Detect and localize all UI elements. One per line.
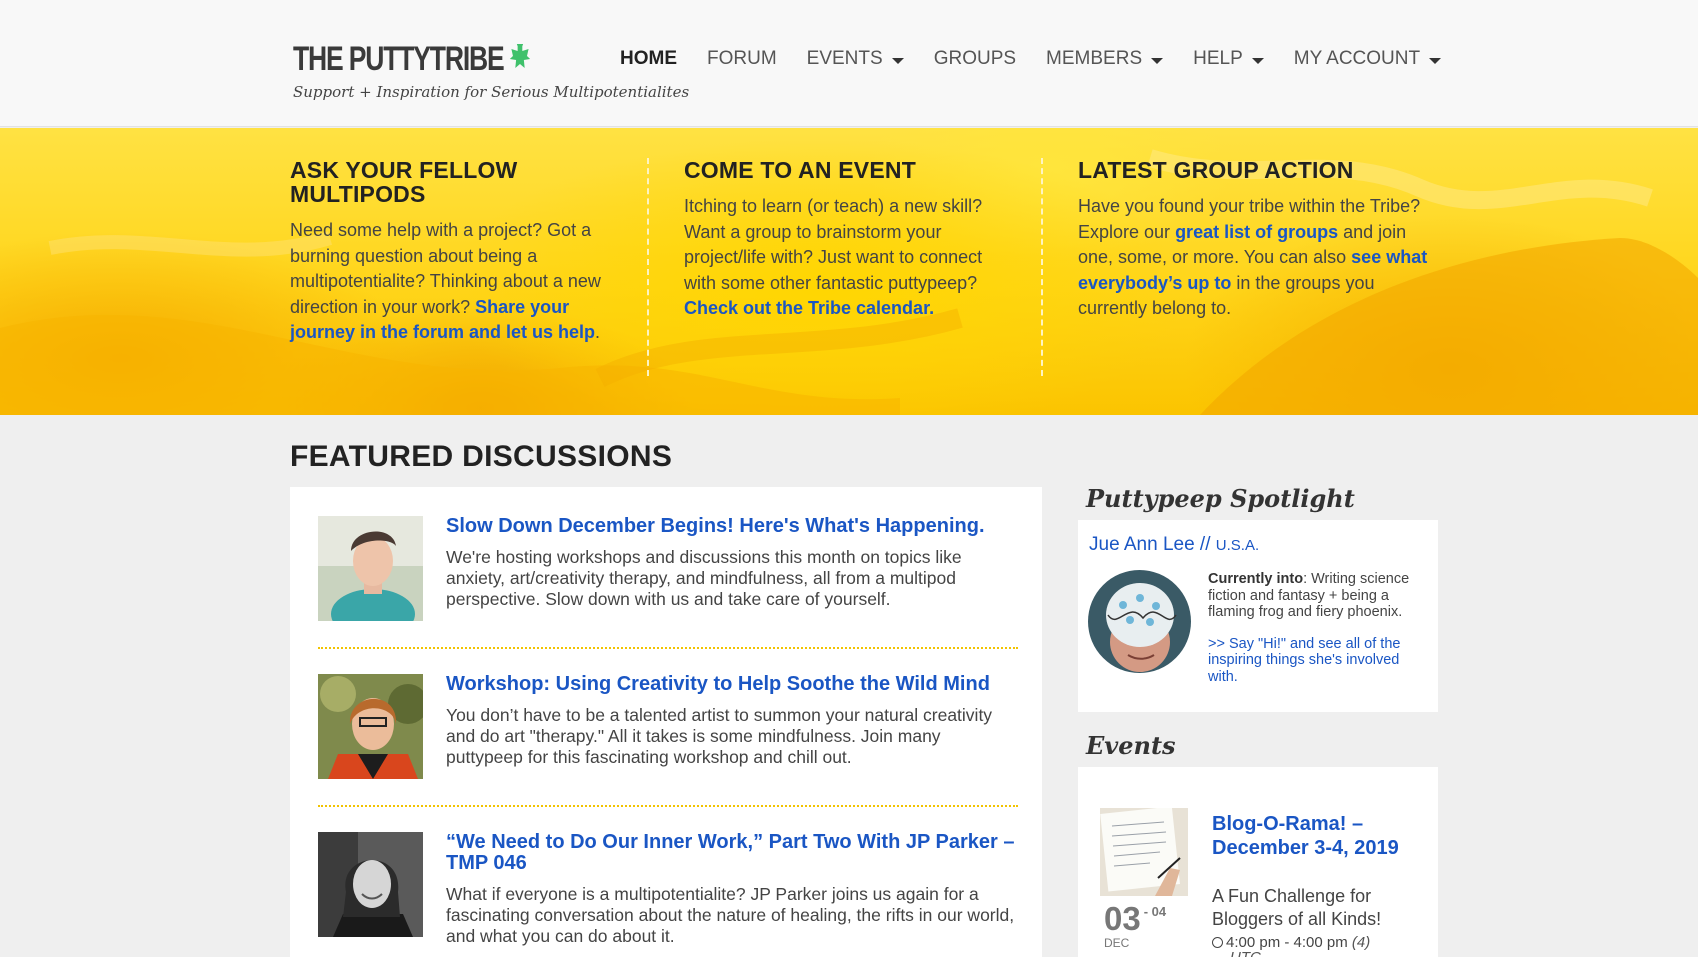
spotlight-profile-link[interactable]: >> Say "Hi!" and see all of the inspirin… [1208,636,1423,686]
discussion-avatar[interactable] [318,832,423,937]
event-time-extra: (4) [1351,934,1371,951]
spotlight-details: Currently into: Writing science fiction … [1208,571,1423,685]
event-day: 03 [1104,900,1141,937]
featured-discussions-title: FEATURED DISCUSSIONS [290,440,673,473]
nav-help[interactable]: HELP [1193,48,1264,70]
event-description: A Fun Challenge for Bloggers of all Kind… [1212,886,1382,929]
nav-events[interactable]: EVENTS [807,48,904,70]
spotlight-header: Jue Ann Lee // U.S.A. [1089,534,1259,556]
banner-heading-groups: LATEST GROUP ACTION [1078,157,1354,183]
discussion-title-link[interactable]: “We Need to Do Our Inner Work,” Part Two… [446,832,1021,874]
main-nav: HOME FORUM EVENTS GROUPS MEMBERS HELP MY… [620,48,1471,70]
logo-text: THE PUTTYTRIBE [293,40,505,78]
discussion-body: Workshop: Using Creativity to Help Sooth… [446,674,1021,768]
events-heading: Events [1086,731,1176,760]
discussion-excerpt: You don’t have to be a talented artist t… [446,705,993,767]
discussion-avatar[interactable] [318,516,423,621]
nav-groups[interactable]: GROUPS [934,48,1016,70]
spotlight-into-label: Currently into [1208,571,1304,587]
nav-members-label: MEMBERS [1046,48,1143,69]
event-details: Blog-O-Rama! – December 3-4, 2019 A Fun … [1212,812,1427,957]
banner-col-events: COME TO AN EVENT Itching to learn (or te… [684,158,1014,322]
discussion-separator [318,805,1018,807]
discussion-item: Slow Down December Begins! Here's What's… [318,516,1018,626]
spotlight-avatar[interactable] [1088,570,1191,673]
banner-text-forum: Need some help with a project? Got a bur… [290,218,620,346]
event-end-day: - 04 [1143,904,1167,919]
featured-discussions-list: Slow Down December Begins! Here's What's… [290,487,1042,957]
nav-home[interactable]: HOME [620,48,677,70]
event-title-link[interactable]: Blog-O-Rama! – December 3-4, 2019 [1212,812,1427,860]
nav-help-label: HELP [1193,48,1243,69]
spotlight-member-link[interactable]: Jue Ann Lee [1089,534,1195,555]
site-tagline: Support + Inspiration for Serious Multip… [293,83,690,101]
nav-forum-label: FORUM [707,48,777,69]
discussion-item: “We Need to Do Our Inner Work,” Part Two… [318,832,1018,946]
nav-members[interactable]: MEMBERS [1046,48,1164,70]
discussion-separator [318,647,1018,649]
discussion-body: “We Need to Do Our Inner Work,” Part Two… [446,832,1021,947]
discussion-excerpt: What if everyone is a multipotentialite?… [446,884,1015,946]
nav-my-account-label: MY ACCOUNT [1293,48,1421,69]
puzzle-person-icon [508,39,531,79]
discussion-title-link[interactable]: Workshop: Using Creativity to Help Sooth… [446,674,1021,695]
site-header: THE PUTTYTRIBE Support + Inspiration for… [0,0,1698,127]
nav-events-label: EVENTS [806,48,883,69]
banner-heading-events: COME TO AN EVENT [684,157,916,183]
clock-icon [1212,937,1223,948]
spotlight-into: Currently into: Writing science fiction … [1208,571,1423,621]
event-month: DEC [1104,936,1130,950]
discussion-body: Slow Down December Begins! Here's What's… [446,516,1021,610]
caret-down-icon [891,57,904,64]
tribe-calendar-link[interactable]: Check out the Tribe calendar. [684,298,934,318]
caret-down-icon [1251,57,1264,64]
discussion-avatar[interactable] [318,674,423,779]
caret-down-icon [1151,57,1164,64]
banner-divider [1041,158,1043,376]
banner-text-events: Itching to learn (or teach) a new skill?… [684,194,1014,322]
nav-my-account[interactable]: MY ACCOUNT [1293,48,1442,70]
banner-col-forum: ASK YOUR FELLOW MULTIPODS Need some help… [290,158,620,346]
banner-text-groups: Have you found your tribe within the Tri… [1078,194,1438,322]
hero-banner: ASK YOUR FELLOW MULTIPODS Need some help… [0,128,1698,415]
caret-down-icon [1429,57,1442,64]
nav-forum[interactable]: FORUM [707,48,777,70]
discussion-item: Workshop: Using Creativity to Help Sooth… [318,674,1018,784]
groups-list-link[interactable]: great list of groups [1175,222,1338,242]
nav-groups-label: GROUPS [933,48,1017,69]
banner-col-groups: LATEST GROUP ACTION Have you found your … [1078,158,1438,322]
events-card: 03- 04 DEC Blog-O-Rama! – December 3-4, … [1078,767,1438,957]
spotlight-country: U.S.A. [1215,537,1260,554]
spotlight-card: Jue Ann Lee // U.S.A. Currently into: Wr… [1078,520,1438,712]
spotlight-heading: Puttypeep Spotlight [1086,484,1355,513]
banner-text-forum-after: . [595,322,601,342]
banner-text-events-body: Itching to learn (or teach) a new skill?… [684,196,983,293]
event-date: 03- 04 DEC [1104,900,1166,950]
event-thumbnail[interactable] [1100,808,1188,896]
banner-divider [647,158,649,376]
logo-title: THE PUTTYTRIBE [293,39,602,79]
banner-heading-forum: ASK YOUR FELLOW MULTIPODS [290,157,518,207]
nav-home-label: HOME [620,48,677,69]
spotlight-separator: // [1194,534,1216,555]
discussion-title-link[interactable]: Slow Down December Begins! Here's What's… [446,516,1021,537]
discussion-excerpt: We're hosting workshops and discussions … [446,547,962,609]
